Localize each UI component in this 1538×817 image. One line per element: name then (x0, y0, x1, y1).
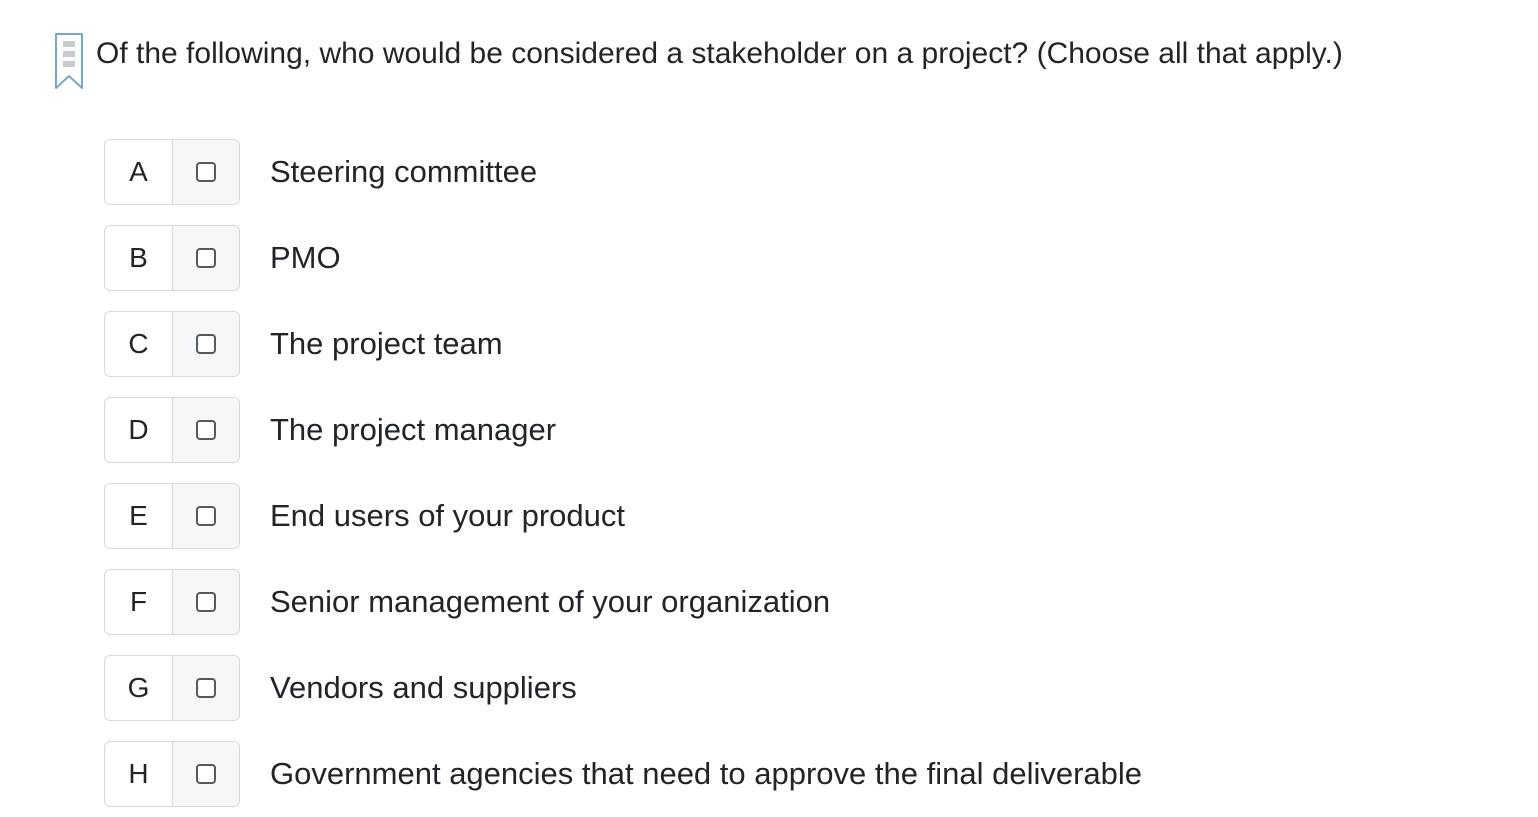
option-label[interactable]: Senior management of your organization (270, 582, 830, 622)
option-letter: G (105, 656, 173, 720)
option-selector[interactable]: B (104, 225, 240, 291)
option-label[interactable]: Steering committee (270, 152, 537, 192)
option-check-cell[interactable] (173, 140, 239, 204)
option-row: H Government agencies that need to appro… (104, 740, 1142, 808)
option-label[interactable]: End users of your product (270, 496, 625, 536)
option-selector[interactable]: E (104, 483, 240, 549)
option-selector[interactable]: H (104, 741, 240, 807)
option-row: G Vendors and suppliers (104, 654, 1142, 722)
option-row: F Senior management of your organization (104, 568, 1142, 636)
question-header: Of the following, who would be considere… (54, 30, 1343, 92)
checkbox-icon[interactable] (196, 334, 216, 354)
checkbox-icon[interactable] (196, 162, 216, 182)
checkbox-icon[interactable] (196, 592, 216, 612)
option-label[interactable]: Government agencies that need to approve… (270, 754, 1142, 794)
option-selector[interactable]: C (104, 311, 240, 377)
option-selector[interactable]: D (104, 397, 240, 463)
checkbox-icon[interactable] (196, 420, 216, 440)
option-row: B PMO (104, 224, 1142, 292)
bookmark-icon[interactable] (54, 32, 84, 92)
option-check-cell[interactable] (173, 570, 239, 634)
option-label[interactable]: The project team (270, 324, 503, 364)
option-label[interactable]: PMO (270, 238, 341, 278)
option-letter: H (105, 742, 173, 806)
option-letter: A (105, 140, 173, 204)
option-check-cell[interactable] (173, 484, 239, 548)
option-selector[interactable]: G (104, 655, 240, 721)
option-selector[interactable]: F (104, 569, 240, 635)
option-check-cell[interactable] (173, 226, 239, 290)
checkbox-icon[interactable] (196, 506, 216, 526)
option-row: A Steering committee (104, 138, 1142, 206)
answer-options: A Steering committee B PMO C The project… (104, 138, 1142, 808)
option-letter: F (105, 570, 173, 634)
option-check-cell[interactable] (173, 742, 239, 806)
checkbox-icon[interactable] (196, 764, 216, 784)
option-letter: E (105, 484, 173, 548)
option-label[interactable]: Vendors and suppliers (270, 668, 577, 708)
question-text: Of the following, who would be considere… (96, 37, 1343, 70)
option-check-cell[interactable] (173, 398, 239, 462)
option-letter: B (105, 226, 173, 290)
option-letter: D (105, 398, 173, 462)
option-letter: C (105, 312, 173, 376)
option-selector[interactable]: A (104, 139, 240, 205)
option-row: C The project team (104, 310, 1142, 378)
option-check-cell[interactable] (173, 312, 239, 376)
option-row: E End users of your product (104, 482, 1142, 550)
option-row: D The project manager (104, 396, 1142, 464)
checkbox-icon[interactable] (196, 678, 216, 698)
checkbox-icon[interactable] (196, 248, 216, 268)
option-label[interactable]: The project manager (270, 410, 556, 450)
question-page: Of the following, who would be considere… (0, 0, 1538, 817)
option-check-cell[interactable] (173, 656, 239, 720)
